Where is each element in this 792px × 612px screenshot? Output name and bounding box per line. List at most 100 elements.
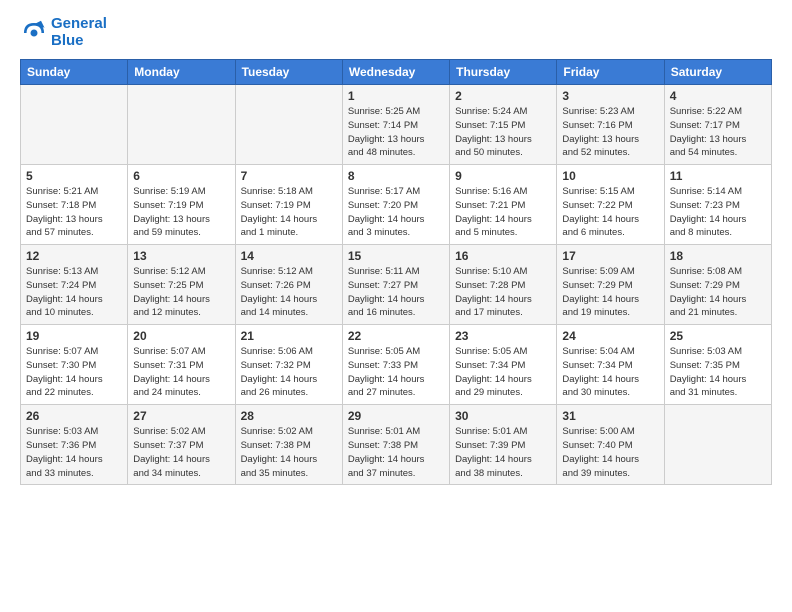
calendar-empty-cell [21, 85, 128, 165]
day-number: 25 [670, 329, 766, 343]
calendar-day-cell: 7 Sunrise: 5:18 AM Sunset: 7:19 PM Daylig… [235, 165, 342, 245]
calendar-day-cell: 12 Sunrise: 5:13 AM Sunset: 7:24 PM Dayli… [21, 245, 128, 325]
day-number: 24 [562, 329, 658, 343]
day-number: 10 [562, 169, 658, 183]
calendar-day-cell: 23Sunrise: 5:05 AM Sunset: 7:34 PM Dayli… [450, 325, 557, 405]
logo-text: General Blue [51, 16, 107, 49]
calendar-day-header: Tuesday [235, 60, 342, 85]
day-info: Sunrise: 5:16 AM Sunset: 7:21 PM Dayligh… [455, 185, 551, 240]
day-number: 27 [133, 409, 229, 423]
calendar-day-header: Monday [128, 60, 235, 85]
day-number: 9 [455, 169, 551, 183]
calendar-week-row: 12 Sunrise: 5:13 AM Sunset: 7:24 PM Dayli… [21, 245, 772, 325]
day-number: 3 [562, 89, 658, 103]
calendar-day-header: Saturday [664, 60, 771, 85]
calendar-day-cell: 26Sunrise: 5:03 AM Sunset: 7:36 PM Dayli… [21, 405, 128, 485]
day-number: 16 [455, 249, 551, 263]
calendar-day-cell: 18 Sunrise: 5:08 AM Sunset: 7:29 PM Dayli… [664, 245, 771, 325]
day-number: 31 [562, 409, 658, 423]
calendar-day-cell: 27 Sunrise: 5:02 AM Sunset: 7:37 PM Dayli… [128, 405, 235, 485]
header: General Blue [20, 16, 772, 49]
day-number: 19 [26, 329, 122, 343]
calendar-day-cell: 17Sunrise: 5:09 AM Sunset: 7:29 PM Dayli… [557, 245, 664, 325]
calendar-day-cell: 14Sunrise: 5:12 AM Sunset: 7:26 PM Dayli… [235, 245, 342, 325]
calendar-day-cell: 24 Sunrise: 5:04 AM Sunset: 7:34 PM Dayli… [557, 325, 664, 405]
calendar-day-cell: 11Sunrise: 5:14 AM Sunset: 7:23 PM Dayli… [664, 165, 771, 245]
calendar-day-cell: 29Sunrise: 5:01 AM Sunset: 7:38 PM Dayli… [342, 405, 449, 485]
day-info: Sunrise: 5:25 AM Sunset: 7:14 PM Dayligh… [348, 105, 444, 160]
day-number: 7 [241, 169, 337, 183]
logo-icon [20, 19, 48, 47]
day-info: Sunrise: 5:12 AM Sunset: 7:25 PM Dayligh… [133, 265, 229, 320]
day-info: Sunrise: 5:21 AM Sunset: 7:18 PM Dayligh… [26, 185, 122, 240]
calendar-day-cell: 5 Sunrise: 5:21 AM Sunset: 7:18 PM Daylig… [21, 165, 128, 245]
day-info: Sunrise: 5:15 AM Sunset: 7:22 PM Dayligh… [562, 185, 658, 240]
day-number: 29 [348, 409, 444, 423]
calendar-day-cell: 16 Sunrise: 5:10 AM Sunset: 7:28 PM Dayli… [450, 245, 557, 325]
calendar-empty-cell [128, 85, 235, 165]
calendar-day-cell: 19 Sunrise: 5:07 AM Sunset: 7:30 PM Dayli… [21, 325, 128, 405]
day-number: 28 [241, 409, 337, 423]
calendar-day-cell: 9 Sunrise: 5:16 AM Sunset: 7:21 PM Daylig… [450, 165, 557, 245]
calendar-day-cell: 20 Sunrise: 5:07 AM Sunset: 7:31 PM Dayli… [128, 325, 235, 405]
calendar-day-cell: 10 Sunrise: 5:15 AM Sunset: 7:22 PM Dayli… [557, 165, 664, 245]
calendar-header-row: SundayMondayTuesdayWednesdayThursdayFrid… [21, 60, 772, 85]
day-number: 21 [241, 329, 337, 343]
day-number: 8 [348, 169, 444, 183]
calendar-week-row: 19 Sunrise: 5:07 AM Sunset: 7:30 PM Dayli… [21, 325, 772, 405]
calendar-week-row: 1 Sunrise: 5:25 AM Sunset: 7:14 PM Daylig… [21, 85, 772, 165]
calendar-day-cell: 31 Sunrise: 5:00 AM Sunset: 7:40 PM Dayli… [557, 405, 664, 485]
calendar-day-cell: 3 Sunrise: 5:23 AM Sunset: 7:16 PM Daylig… [557, 85, 664, 165]
day-info: Sunrise: 5:00 AM Sunset: 7:40 PM Dayligh… [562, 425, 658, 480]
calendar-day-cell: 4Sunrise: 5:22 AM Sunset: 7:17 PM Daylig… [664, 85, 771, 165]
day-info: Sunrise: 5:12 AM Sunset: 7:26 PM Dayligh… [241, 265, 337, 320]
day-number: 20 [133, 329, 229, 343]
calendar-day-header: Sunday [21, 60, 128, 85]
logo: General Blue [20, 16, 107, 49]
calendar-day-header: Thursday [450, 60, 557, 85]
day-number: 2 [455, 89, 551, 103]
calendar-week-row: 26Sunrise: 5:03 AM Sunset: 7:36 PM Dayli… [21, 405, 772, 485]
calendar-day-cell: 2 Sunrise: 5:24 AM Sunset: 7:15 PM Daylig… [450, 85, 557, 165]
calendar-day-cell: 6 Sunrise: 5:19 AM Sunset: 7:19 PM Daylig… [128, 165, 235, 245]
day-number: 22 [348, 329, 444, 343]
calendar-day-header: Wednesday [342, 60, 449, 85]
day-number: 15 [348, 249, 444, 263]
day-info: Sunrise: 5:05 AM Sunset: 7:34 PM Dayligh… [455, 345, 551, 400]
day-info: Sunrise: 5:09 AM Sunset: 7:29 PM Dayligh… [562, 265, 658, 320]
day-info: Sunrise: 5:07 AM Sunset: 7:30 PM Dayligh… [26, 345, 122, 400]
calendar-day-cell: 21 Sunrise: 5:06 AM Sunset: 7:32 PM Dayli… [235, 325, 342, 405]
day-info: Sunrise: 5:03 AM Sunset: 7:36 PM Dayligh… [26, 425, 122, 480]
day-info: Sunrise: 5:22 AM Sunset: 7:17 PM Dayligh… [670, 105, 766, 160]
day-info: Sunrise: 5:05 AM Sunset: 7:33 PM Dayligh… [348, 345, 444, 400]
day-info: Sunrise: 5:08 AM Sunset: 7:29 PM Dayligh… [670, 265, 766, 320]
day-info: Sunrise: 5:11 AM Sunset: 7:27 PM Dayligh… [348, 265, 444, 320]
calendar-day-cell: 22 Sunrise: 5:05 AM Sunset: 7:33 PM Dayli… [342, 325, 449, 405]
calendar-day-cell: 25 Sunrise: 5:03 AM Sunset: 7:35 PM Dayli… [664, 325, 771, 405]
day-number: 18 [670, 249, 766, 263]
day-info: Sunrise: 5:18 AM Sunset: 7:19 PM Dayligh… [241, 185, 337, 240]
day-info: Sunrise: 5:02 AM Sunset: 7:37 PM Dayligh… [133, 425, 229, 480]
day-number: 6 [133, 169, 229, 183]
day-info: Sunrise: 5:03 AM Sunset: 7:35 PM Dayligh… [670, 345, 766, 400]
day-info: Sunrise: 5:13 AM Sunset: 7:24 PM Dayligh… [26, 265, 122, 320]
day-number: 12 [26, 249, 122, 263]
page: General Blue SundayMondayTuesdayWednesda… [0, 0, 792, 505]
day-info: Sunrise: 5:06 AM Sunset: 7:32 PM Dayligh… [241, 345, 337, 400]
day-info: Sunrise: 5:07 AM Sunset: 7:31 PM Dayligh… [133, 345, 229, 400]
calendar-day-cell: 30Sunrise: 5:01 AM Sunset: 7:39 PM Dayli… [450, 405, 557, 485]
day-info: Sunrise: 5:02 AM Sunset: 7:38 PM Dayligh… [241, 425, 337, 480]
day-info: Sunrise: 5:10 AM Sunset: 7:28 PM Dayligh… [455, 265, 551, 320]
day-info: Sunrise: 5:04 AM Sunset: 7:34 PM Dayligh… [562, 345, 658, 400]
calendar-empty-cell [235, 85, 342, 165]
day-number: 13 [133, 249, 229, 263]
day-number: 1 [348, 89, 444, 103]
day-info: Sunrise: 5:14 AM Sunset: 7:23 PM Dayligh… [670, 185, 766, 240]
day-number: 5 [26, 169, 122, 183]
day-info: Sunrise: 5:24 AM Sunset: 7:15 PM Dayligh… [455, 105, 551, 160]
day-info: Sunrise: 5:23 AM Sunset: 7:16 PM Dayligh… [562, 105, 658, 160]
calendar-table: SundayMondayTuesdayWednesdayThursdayFrid… [20, 59, 772, 485]
calendar-day-cell: 13 Sunrise: 5:12 AM Sunset: 7:25 PM Dayli… [128, 245, 235, 325]
day-info: Sunrise: 5:01 AM Sunset: 7:39 PM Dayligh… [455, 425, 551, 480]
day-info: Sunrise: 5:19 AM Sunset: 7:19 PM Dayligh… [133, 185, 229, 240]
